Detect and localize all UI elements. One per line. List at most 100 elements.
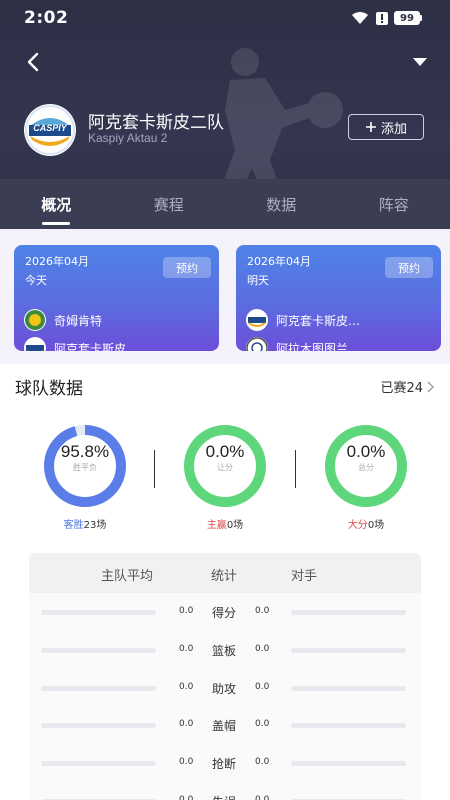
- add-button[interactable]: 添加: [348, 114, 424, 140]
- table-row: 0.0 助攻 0.0: [29, 669, 421, 707]
- divider: [295, 450, 296, 488]
- header-away: 对手: [291, 569, 318, 584]
- team-header: 2:02 99 CASPIY 阿克套卡斯皮二队 Kaspiy Aktau 2 添…: [0, 0, 450, 229]
- home-value: 0.0: [179, 757, 194, 768]
- caption-value: 23场: [83, 520, 107, 531]
- home-bar: [41, 723, 156, 729]
- dropdown-arrow-icon[interactable]: [412, 54, 428, 70]
- match-team: 阿克套卡斯皮…: [246, 309, 360, 331]
- ring-label: 胜平负: [73, 463, 97, 472]
- tab-label: 数据: [266, 195, 297, 214]
- ring-label: 总分: [358, 463, 374, 472]
- away-value: 0.0: [255, 681, 270, 692]
- caption-key: 大分: [347, 520, 368, 531]
- table-row: 0.0 盖帽 0.0: [29, 706, 421, 744]
- team-logo-icon: [246, 309, 268, 331]
- away-bar: [291, 610, 406, 615]
- tab-bar: 概况 赛程 数据 阵容: [0, 179, 450, 229]
- plus-icon: [365, 122, 376, 132]
- table-row: 0.0 得分 0.0: [29, 593, 421, 631]
- away-value: 0.0: [255, 643, 270, 654]
- ring-chart: 0.0% 总分: [324, 424, 408, 508]
- team-logo-icon: [246, 337, 268, 351]
- tab-stats[interactable]: 数据: [225, 179, 338, 229]
- ring-chart: 0.0% 让分: [183, 424, 267, 508]
- match-month: 2026年04月: [247, 255, 311, 268]
- table-row: 0.0 篮板 0.0: [29, 631, 421, 669]
- home-bar: [41, 761, 156, 767]
- match-card[interactable]: 2026年04月 今天 预约 奇姆肯特 阿克套卡斯皮…: [14, 245, 219, 351]
- stat-name: 盖帽: [212, 719, 237, 734]
- team-logo-icon: [24, 337, 46, 351]
- logo-text: CASPIY: [33, 123, 67, 133]
- section-title: 球队数据: [15, 379, 83, 399]
- ring-label: 让分: [217, 463, 233, 472]
- stat-win-rate: 95.8% 胜平负 客胜23场: [40, 424, 130, 531]
- add-button-label: 添加: [380, 121, 407, 137]
- team-name-text: 阿克套卡斯皮…: [54, 341, 139, 352]
- team-logo: CASPIY: [24, 104, 76, 156]
- home-value: 0.0: [179, 606, 194, 616]
- caption-value: 0场: [226, 520, 244, 531]
- away-bar: [291, 647, 406, 653]
- away-bar: [291, 723, 406, 729]
- ring-value: 95.8%: [60, 442, 110, 461]
- status-icons: 99: [350, 10, 422, 26]
- stat-handicap: 0.0% 让分 主赢0场: [180, 424, 270, 531]
- table-row: 0.0 失误 0.0: [29, 782, 421, 800]
- tab-overview[interactable]: 概况: [0, 179, 113, 229]
- match-team: 阿拉木图图兰: [246, 337, 348, 351]
- stat-name: 篮板: [212, 643, 237, 658]
- match-card[interactable]: 2026年04月 明天 预约 阿克套卡斯皮… 阿拉木图图兰: [236, 245, 441, 351]
- team-name-text: 奇姆肯特: [54, 313, 103, 328]
- tab-label: 阵容: [378, 195, 409, 214]
- match-day: 明天: [247, 274, 269, 287]
- stat-name: 得分: [212, 606, 237, 620]
- stat-total: 0.0% 总分 大分0场: [321, 424, 411, 531]
- home-value: 0.0: [179, 681, 194, 692]
- stat-name: 助攻: [212, 681, 237, 696]
- stat-name: 抢断: [212, 757, 237, 772]
- away-value: 0.0: [255, 757, 270, 768]
- tab-roster[interactable]: 阵容: [338, 179, 450, 229]
- away-bar: [291, 685, 406, 691]
- team-name-text: 阿拉木图图兰: [276, 341, 349, 352]
- status-bar: 2:02 99: [0, 0, 450, 36]
- team-name-text: 阿克套卡斯皮…: [276, 313, 361, 328]
- header-stat: 统计: [211, 569, 238, 584]
- chevron-right-icon: [427, 381, 434, 392]
- away-value: 0.0: [255, 794, 270, 800]
- book-button[interactable]: 预约: [163, 257, 211, 278]
- tab-schedule[interactable]: 赛程: [113, 179, 226, 229]
- away-value: 0.0: [255, 719, 270, 730]
- home-bar: [41, 610, 156, 615]
- home-value: 0.0: [179, 643, 194, 654]
- tab-label: 赛程: [153, 195, 184, 214]
- home-value: 0.0: [179, 719, 194, 730]
- home-bar: [41, 647, 156, 653]
- back-button[interactable]: [22, 50, 46, 74]
- team-logo-icon: [24, 309, 46, 331]
- team-subtitle: Kaspiy Aktau 2: [88, 131, 168, 145]
- stat-name: 失误: [212, 793, 236, 800]
- tab-label: 概况: [41, 195, 72, 214]
- ring-chart: 95.8% 胜平负: [43, 424, 127, 508]
- caption-key: 客胜: [63, 520, 84, 531]
- table-row: 0.0 抢断 0.0: [29, 744, 421, 782]
- team-name: 阿克套卡斯皮二队: [88, 113, 224, 133]
- divider: [154, 450, 155, 488]
- book-button[interactable]: 预约: [385, 257, 433, 278]
- match-team: 奇姆肯特: [24, 309, 102, 331]
- match-team: 阿克套卡斯皮…: [24, 337, 138, 351]
- match-month: 2026年04月: [25, 255, 89, 268]
- match-day: 今天: [25, 274, 47, 287]
- home-bar: [41, 685, 156, 691]
- caption-value: 0场: [367, 520, 385, 531]
- comparison-header: 主队平均 统计 对手: [29, 553, 421, 593]
- ring-value: 0.0%: [346, 442, 386, 461]
- played-count-link[interactable]: 已赛24: [380, 377, 434, 396]
- away-bar: [291, 761, 406, 767]
- stat-caption: 大分0场: [321, 516, 411, 531]
- battery-icon: 99: [394, 11, 422, 25]
- match-cards: 2026年04月 今天 预约 奇姆肯特 阿克套卡斯皮… 2026年04月 明天 …: [0, 229, 450, 364]
